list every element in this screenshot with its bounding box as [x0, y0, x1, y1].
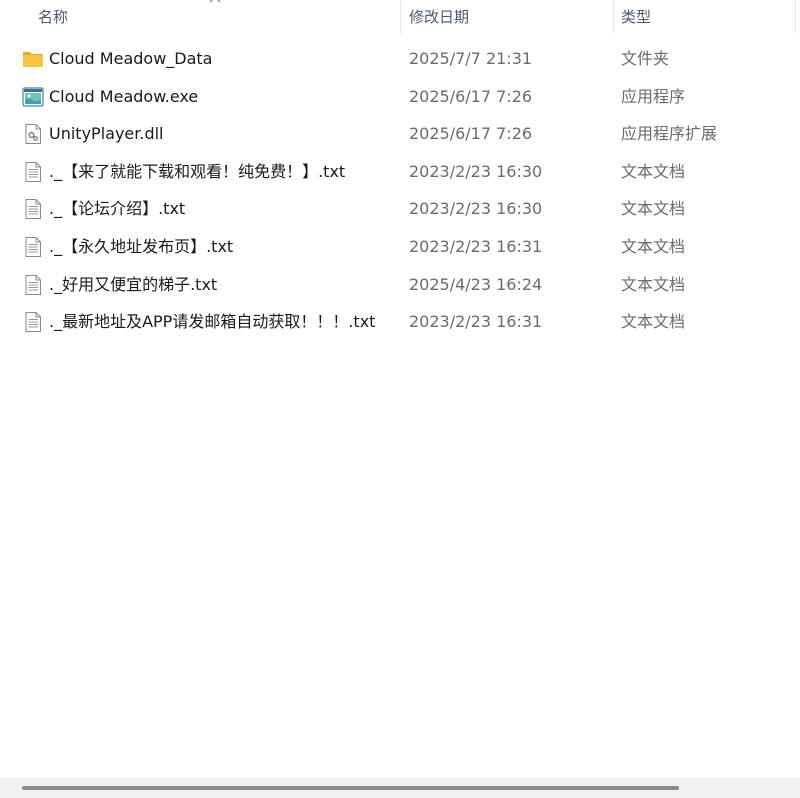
horizontal-scrollbar-thumb[interactable] — [22, 786, 679, 790]
file-list: Cloud Meadow_Data 2025/7/7 21:31 文件夹 Clo… — [0, 40, 800, 341]
folder-icon — [22, 48, 44, 70]
column-header-row: 名称 修改日期 类型 — [0, 0, 800, 36]
column-header-name[interactable]: 名称 — [0, 0, 400, 36]
column-header-date-label: 修改日期 — [409, 8, 470, 26]
file-type: 文件夹 — [621, 49, 670, 68]
text-file-icon — [22, 274, 44, 296]
column-divider[interactable] — [795, 0, 796, 34]
file-type: 文本文档 — [621, 274, 686, 294]
file-name: UnityPlayer.dll — [49, 124, 164, 144]
file-type: 应用程序扩展 — [621, 124, 718, 144]
file-row-txt[interactable]: ._【来了就能下载和观看！纯免费！】.txt 2023/2/23 16:30 文… — [0, 153, 800, 191]
file-row-unityplayer-dll[interactable]: UnityPlayer.dll 2025/6/17 7:26 应用程序扩展 — [0, 115, 800, 153]
file-type: 文本文档 — [621, 312, 686, 332]
file-type: 文本文档 — [621, 199, 686, 219]
horizontal-scrollbar[interactable] — [0, 778, 800, 798]
file-name: Cloud Meadow.exe — [49, 86, 199, 106]
file-row-txt[interactable]: ._【永久地址发布页】.txt 2023/2/23 16:31 文本文档 — [0, 228, 800, 266]
file-type: 文本文档 — [621, 161, 686, 181]
text-file-icon — [22, 236, 44, 258]
text-file-icon — [22, 198, 44, 220]
file-date-modified: 2023/2/23 16:30 — [409, 161, 543, 181]
file-name: Cloud Meadow_Data — [49, 49, 213, 68]
file-row-txt[interactable]: ._最新地址及APP请发邮箱自动获取！！！.txt 2023/2/23 16:3… — [0, 303, 800, 341]
file-row-cloud-meadow-data-folder[interactable]: Cloud Meadow_Data 2025/7/7 21:31 文件夹 — [0, 40, 800, 78]
file-name: ._【永久地址发布页】.txt — [49, 236, 234, 256]
file-date-modified: 2023/2/23 16:31 — [409, 236, 543, 256]
chevron-up-icon — [209, 0, 221, 4]
file-date-modified: 2025/4/23 16:24 — [409, 274, 543, 294]
column-header-date-modified[interactable]: 修改日期 — [400, 0, 613, 36]
column-header-type[interactable]: 类型 — [613, 0, 793, 36]
column-header-type-label: 类型 — [621, 8, 652, 26]
file-name: ._好用又便宜的梯子.txt — [49, 274, 218, 294]
file-explorer-details-view: 名称 修改日期 类型 Cloud Meadow_Data 2025/7/7 21… — [0, 0, 800, 798]
text-file-icon — [22, 311, 44, 333]
column-header-name-label: 名称 — [38, 8, 69, 26]
file-date-modified: 2023/2/23 16:31 — [409, 312, 543, 332]
file-date-modified: 2025/6/17 7:26 — [409, 86, 533, 106]
file-type: 文本文档 — [621, 236, 686, 256]
file-name: ._最新地址及APP请发邮箱自动获取！！！.txt — [49, 312, 376, 332]
app-exe-icon — [22, 86, 44, 108]
file-row-txt[interactable]: ._【论坛介绍】.txt 2023/2/23 16:30 文本文档 — [0, 190, 800, 228]
file-date-modified: 2025/6/17 7:26 — [409, 124, 533, 144]
file-name: ._【来了就能下载和观看！纯免费！】.txt — [49, 161, 346, 181]
file-row-txt[interactable]: ._好用又便宜的梯子.txt 2025/4/23 16:24 文本文档 — [0, 266, 800, 304]
dll-file-icon — [22, 123, 44, 145]
file-date-modified: 2023/2/23 16:30 — [409, 199, 543, 219]
file-date-modified: 2025/7/7 21:31 — [409, 49, 533, 68]
file-type: 应用程序 — [621, 86, 686, 106]
text-file-icon — [22, 161, 44, 183]
file-name: ._【论坛介绍】.txt — [49, 199, 186, 219]
file-row-cloud-meadow-exe[interactable]: Cloud Meadow.exe 2025/6/17 7:26 应用程序 — [0, 78, 800, 116]
